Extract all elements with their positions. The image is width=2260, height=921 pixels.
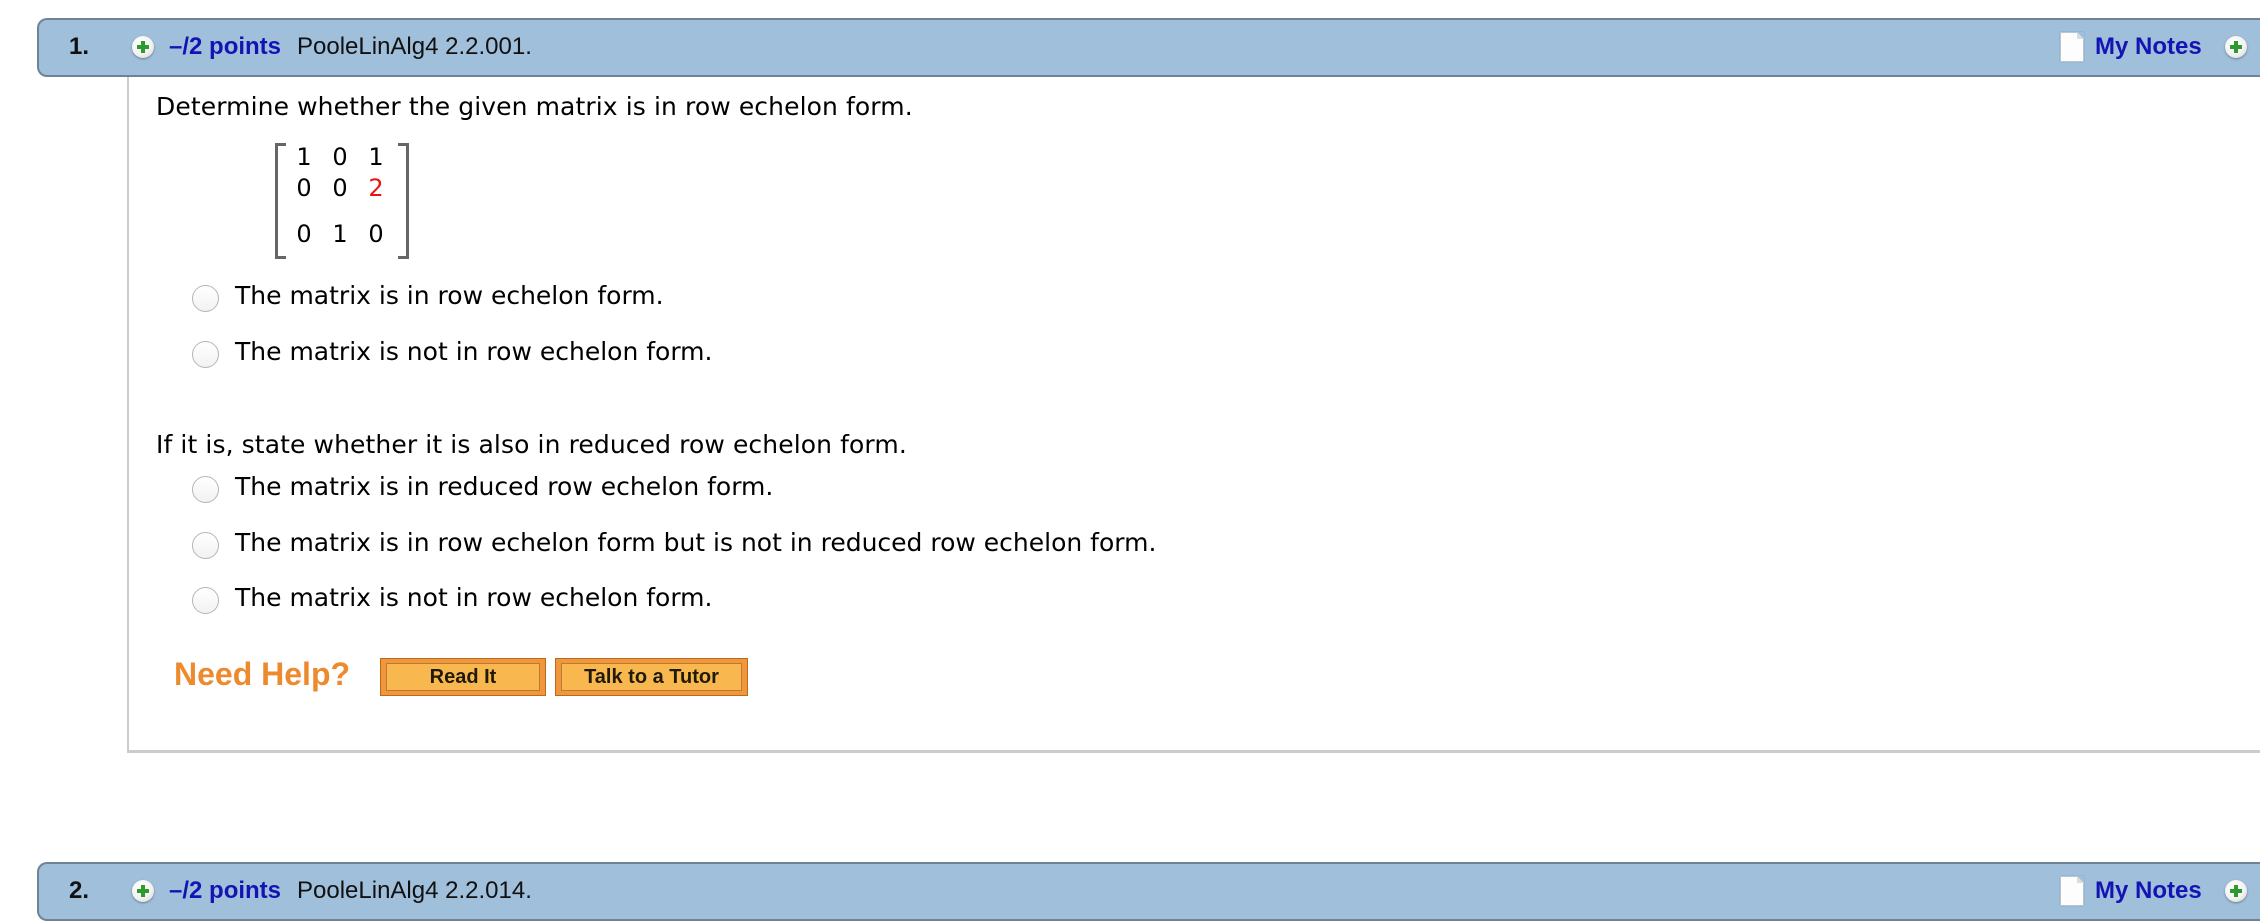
radio-button[interactable]: [192, 341, 219, 368]
option-label[interactable]: The matrix is in reduced row echelon for…: [235, 472, 773, 501]
talk-to-tutor-button[interactable]: Talk to a Tutor: [555, 658, 748, 696]
left-bracket: [275, 143, 286, 259]
add-note-plus-icon[interactable]: [2225, 880, 2247, 902]
matrix-cell-highlighted: 2: [368, 174, 384, 202]
option-label[interactable]: The matrix is not in row echelon form.: [235, 583, 712, 612]
need-help-title: Need Help?: [174, 656, 351, 692]
radio-button[interactable]: [192, 476, 219, 503]
followup-prompt: If it is, state whether it is also in re…: [156, 430, 907, 459]
question-header-1: 1. –/2 points PooleLinAlg4 2.2.001. My N…: [37, 18, 2260, 77]
option-label[interactable]: The matrix is in row echelon form.: [235, 281, 664, 310]
matrix-cell: 0: [296, 220, 312, 248]
points-link[interactable]: –/2 points: [169, 877, 281, 905]
question-code: PooleLinAlg4 2.2.001.: [297, 33, 532, 60]
matrix-cell: 0: [332, 174, 348, 202]
option-label[interactable]: The matrix is not in row echelon form.: [235, 337, 712, 366]
matrix-cell: 0: [296, 174, 312, 202]
matrix-cell: 1: [296, 143, 312, 171]
question-code: PooleLinAlg4 2.2.014.: [297, 877, 532, 904]
radio-button[interactable]: [192, 285, 219, 312]
add-note-plus-icon[interactable]: [2225, 36, 2247, 58]
matrix-cell: 0: [368, 220, 384, 248]
my-notes-link[interactable]: My Notes: [2095, 33, 2202, 61]
expand-plus-icon[interactable]: [132, 36, 154, 58]
read-it-label[interactable]: Read It: [386, 663, 540, 691]
matrix-cell: 0: [332, 143, 348, 171]
matrix-cell: 1: [332, 220, 348, 248]
question-prompt: Determine whether the given matrix is in…: [156, 92, 913, 121]
matrix-cell: 1: [368, 143, 384, 171]
question-body: [127, 77, 2260, 753]
my-notes-link[interactable]: My Notes: [2095, 877, 2202, 905]
expand-plus-icon[interactable]: [132, 880, 154, 902]
question-number: 2.: [69, 877, 90, 904]
document-icon[interactable]: [2060, 32, 2084, 62]
points-link[interactable]: –/2 points: [169, 33, 281, 61]
option-label[interactable]: The matrix is in row echelon form but is…: [235, 528, 1156, 557]
right-bracket: [398, 143, 409, 259]
matrix: 1 0 1 0 0 2 0 1 0: [275, 143, 409, 259]
question-number: 1.: [69, 33, 90, 60]
question-header-2: 2. –/2 points PooleLinAlg4 2.2.014. My N…: [37, 862, 2260, 921]
talk-to-tutor-label[interactable]: Talk to a Tutor: [561, 663, 742, 691]
radio-button[interactable]: [192, 587, 219, 614]
read-it-button[interactable]: Read It: [380, 658, 546, 696]
radio-button[interactable]: [192, 532, 219, 559]
document-icon[interactable]: [2060, 876, 2084, 906]
